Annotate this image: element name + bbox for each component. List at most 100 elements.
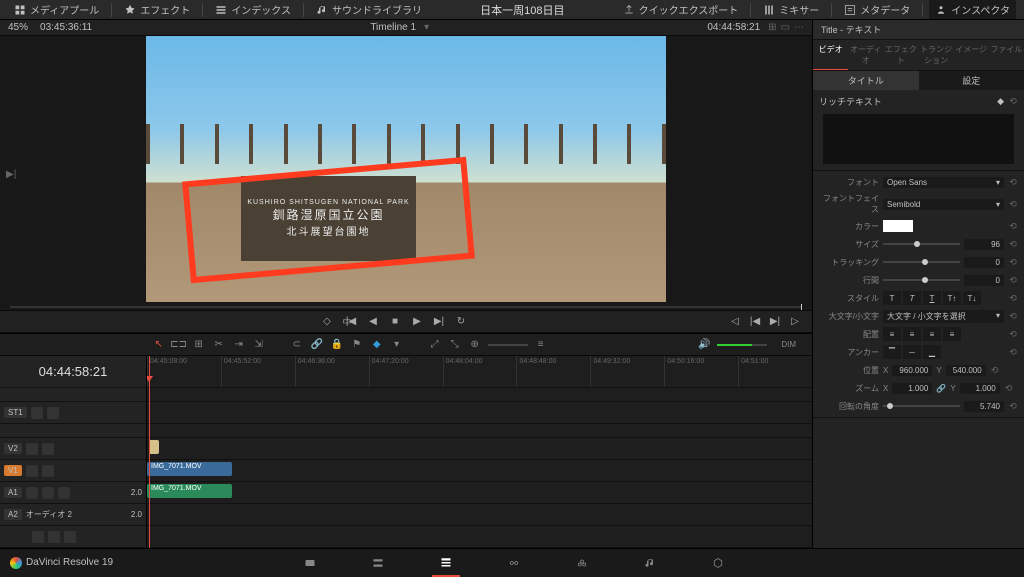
a2-mute[interactable] [64,531,76,543]
anchor-mid[interactable]: ─ [903,345,921,359]
stop-icon[interactable]: ■ [388,315,402,329]
insert-icon[interactable]: ⇥ [232,338,246,352]
a2-lock[interactable] [32,531,44,543]
align-center[interactable]: ≡ [903,327,921,341]
align-reset-icon[interactable]: ⟲ [1008,329,1018,340]
style-underline[interactable]: T [923,291,941,305]
viewer-opt1-icon[interactable]: ⊞ [768,22,776,33]
tab-audio[interactable]: オーディオ [848,40,883,70]
a2-lane-b[interactable] [147,526,812,548]
v2-lock[interactable] [26,443,38,455]
page-cut[interactable] [364,549,392,577]
inspector-button[interactable]: インスペクタ [929,0,1016,19]
zoom-y-value[interactable]: 1.000 [960,383,1000,394]
subtab-title[interactable]: タイトル [813,71,919,90]
link-icon[interactable]: 🔗 [310,338,324,352]
a1-mute[interactable] [58,487,70,499]
loop-play-icon[interactable]: ↻ [454,315,468,329]
pos-x-value[interactable]: 960.000 [892,365,932,376]
v2-enable[interactable] [42,443,54,455]
tab-transition[interactable]: トランジション [919,40,954,70]
mark-out-icon[interactable]: ▶| [768,315,782,329]
tracking-reset-icon[interactable]: ⟲ [1008,257,1018,268]
tab-effects[interactable]: エフェクト [883,40,918,70]
page-color[interactable] [568,549,596,577]
blade-tool-icon[interactable]: ✂ [212,338,226,352]
timeline-tracks[interactable]: 04:45:08:00 04:45:52:00 04:46:36:00 04:4… [147,356,812,548]
timeline-options-icon[interactable]: ≡ [534,338,548,352]
mute-icon[interactable]: 🔊 [697,338,711,352]
st1-badge[interactable]: ST1 [4,407,27,418]
size-slider[interactable] [883,243,960,245]
effects-button[interactable]: エフェクト [118,0,196,19]
rotation-reset-icon[interactable]: ⟲ [1008,401,1018,412]
dynamic-trim-icon[interactable]: ⊞ [192,338,206,352]
richtext-keyframe-icon[interactable]: ◆ [997,96,1004,107]
zoom-level[interactable]: 45% [8,22,28,33]
a2-solo[interactable] [48,531,60,543]
marker-dd-icon[interactable]: ▾ [390,338,404,352]
case-reset-icon[interactable]: ⟲ [1008,311,1018,322]
tab-image[interactable]: イメージ [954,40,989,70]
v1-clip[interactable]: IMG_7071.MOV [147,462,232,476]
media-pool-button[interactable]: メディアプール [8,0,105,19]
zoom-reset-icon[interactable]: ⟲ [1004,383,1014,394]
title-clip[interactable] [149,440,159,454]
v1-track-header[interactable]: V1 [0,460,146,482]
v2-track-header[interactable]: V2 [0,438,146,460]
timeline-ruler[interactable]: 04:45:08:00 04:45:52:00 04:46:36:00 04:4… [147,356,812,388]
app-menu[interactable]: DaVinci Resolve 19 [0,557,123,569]
zoom-x-value[interactable]: 1.000 [892,383,932,394]
a1-lock[interactable] [26,487,38,499]
overwrite-icon[interactable]: ⇲ [252,338,266,352]
mixer-button[interactable]: ミキサー [757,0,825,19]
snap-icon[interactable]: ⊂ [290,338,304,352]
richtext-reset-icon[interactable]: ⟲ [1008,96,1018,107]
anchor-bot[interactable]: ▁ [923,345,941,359]
page-media[interactable] [296,549,324,577]
index-button[interactable]: インデックス [209,0,297,19]
viewer-opt2-icon[interactable]: ▭ [781,22,790,33]
subtab-settings[interactable]: 設定 [919,71,1024,90]
rotation-slider[interactable] [883,405,960,407]
v2-badge[interactable]: V2 [4,443,22,454]
quick-export-button[interactable]: クイックエクスポート [617,0,745,19]
st1-lock[interactable] [31,407,43,419]
marker-icon[interactable]: ◆ [370,338,384,352]
a1-solo[interactable] [42,487,54,499]
color-reset-icon[interactable]: ⟲ [1008,221,1018,232]
a1-lane[interactable]: IMG_7071.MOV [147,482,812,504]
anchor-reset-icon[interactable]: ⟲ [1008,347,1018,358]
zoom-custom-icon[interactable]: ⊕ [468,338,482,352]
size-reset-icon[interactable]: ⟲ [1008,239,1018,250]
timeline-timecode[interactable]: 04:44:58:21 [0,356,146,388]
zoom-link-icon[interactable]: 🔗 [936,384,946,393]
face-dropdown[interactable]: Semibold▾ [883,199,1004,210]
linespace-value[interactable]: 0 [964,275,1004,286]
font-dropdown[interactable]: Open Sans▾ [883,177,1004,188]
prev-frame-icon[interactable]: ◀ [366,315,380,329]
next-frame-icon[interactable]: ▶| [432,315,446,329]
subtitle-track-header[interactable]: ST1 [0,402,146,424]
case-dropdown[interactable]: 大文字 / 小文字を選択▾ [883,310,1004,323]
align-left[interactable]: ≡ [883,327,901,341]
anchor-top[interactable]: ▔ [883,345,901,359]
size-value[interactable]: 96 [964,239,1004,250]
lock-icon[interactable]: 🔒 [330,338,344,352]
style-reset-icon[interactable]: ⟲ [1008,293,1018,304]
tab-file[interactable]: ファイル [989,40,1024,70]
dim-button[interactable]: DIM [781,340,796,349]
timeline-name[interactable]: Timeline 1 [370,22,416,33]
go-in-icon[interactable]: ◁ [728,315,742,329]
a2-track-header[interactable]: A2 オーディオ 2 2.0 [0,504,146,526]
v1-lane[interactable]: IMG_7071.MOV [147,460,812,482]
match-frame-icon[interactable]: ▭ [340,315,354,329]
v1-enable[interactable] [42,465,54,477]
mark-in-icon[interactable]: |◀ [748,315,762,329]
rotation-value[interactable]: 5.740 [964,401,1004,412]
page-fusion[interactable] [500,549,528,577]
playhead[interactable] [149,356,150,548]
page-deliver[interactable] [704,549,732,577]
style-italic[interactable]: T [903,291,921,305]
a2-badge[interactable]: A2 [4,509,22,520]
